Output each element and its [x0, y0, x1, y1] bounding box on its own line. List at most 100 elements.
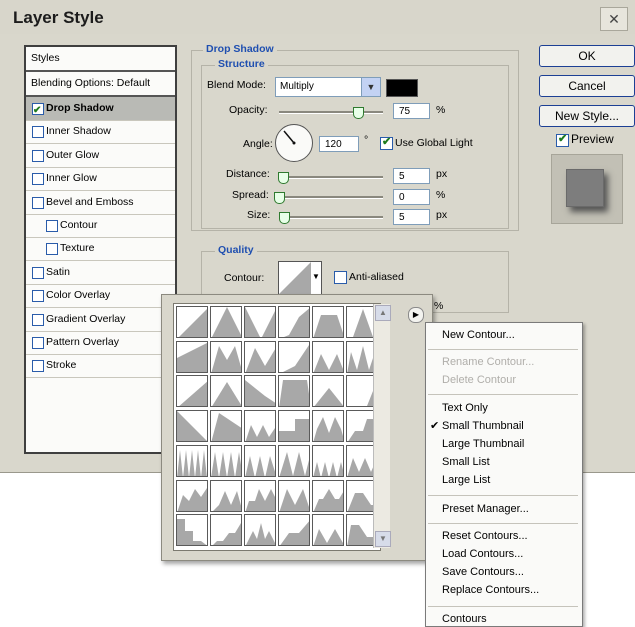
spread-input[interactable]: 0 [393, 189, 430, 205]
style-item-satin[interactable]: Satin [26, 261, 175, 285]
opacity-slider-thumb[interactable] [353, 107, 364, 119]
style-checkbox[interactable] [46, 220, 58, 232]
style-item-pattern-overlay[interactable]: Pattern Overlay [26, 331, 175, 355]
size-input[interactable]: 5 [393, 209, 430, 225]
spread-slider-track[interactable] [279, 196, 383, 199]
menu-item-preset-manager[interactable]: Preset Manager... [442, 503, 529, 515]
contour-preset-thumbnail[interactable] [176, 514, 208, 547]
scroll-up-icon[interactable]: ▲ [375, 305, 391, 321]
contour-preset-thumbnail[interactable] [278, 306, 310, 338]
contour-preset-thumbnail[interactable] [312, 479, 344, 512]
contour-preset-thumbnail[interactable] [176, 410, 208, 443]
contour-preset-thumbnail[interactable] [244, 340, 276, 373]
style-checkbox[interactable] [32, 173, 44, 186]
contour-preset-thumbnail[interactable] [176, 340, 208, 373]
menu-item-small-thumbnail[interactable]: Small Thumbnail [442, 420, 524, 432]
menu-item-large-list[interactable]: Large List [442, 474, 490, 486]
contour-preset-thumbnail[interactable] [312, 444, 344, 477]
opacity-input[interactable]: 75 [393, 103, 430, 119]
menu-item-contours[interactable]: Contours [442, 613, 487, 625]
contour-preset-thumbnail[interactable] [210, 306, 242, 338]
styles-header[interactable]: Styles [26, 47, 175, 72]
close-button[interactable]: ✕ [600, 7, 628, 31]
style-item-gradient-overlay[interactable]: Gradient Overlay [26, 308, 175, 332]
style-item-stroke[interactable]: Stroke [26, 354, 175, 379]
style-item-outer-glow[interactable]: Outer Glow [26, 144, 175, 168]
title-bar[interactable]: Layer Style ✕ [0, 0, 635, 34]
style-checkbox[interactable] [32, 313, 44, 326]
contour-preset-thumbnail[interactable] [210, 410, 242, 443]
contour-preset-thumbnail[interactable] [244, 410, 276, 443]
menu-item-load-contours[interactable]: Load Contours... [442, 548, 523, 560]
style-checkbox[interactable] [32, 266, 44, 279]
size-slider-track[interactable] [279, 216, 383, 219]
contour-preset-thumbnail[interactable] [278, 479, 310, 512]
menu-item-reset-contours[interactable]: Reset Contours... [442, 530, 528, 542]
preview-checkbox[interactable]: ✔ [556, 133, 569, 147]
style-checkbox[interactable] [32, 149, 44, 162]
style-checkbox[interactable] [32, 126, 44, 139]
style-item-color-overlay[interactable]: Color Overlay [26, 284, 175, 309]
contour-preset-thumbnail[interactable] [312, 375, 344, 408]
contour-grid-scrollbar[interactable]: ▲ ▼ [373, 304, 391, 548]
contour-preset-thumbnail[interactable] [176, 444, 208, 477]
use-global-light-checkbox[interactable]: ✔ [380, 136, 393, 150]
blend-mode-select[interactable]: Multiply ▼ [275, 77, 381, 97]
contour-preset-thumbnail[interactable] [244, 479, 276, 512]
contour-preset-thumbnail[interactable] [210, 340, 242, 373]
contour-preset-thumbnail[interactable] [244, 375, 276, 408]
new-style-button[interactable]: New Style... [539, 105, 635, 127]
style-checkbox[interactable] [32, 337, 44, 349]
contour-preset-thumbnail[interactable] [176, 306, 208, 338]
contour-preset-thumbnail[interactable] [278, 340, 310, 373]
size-slider-thumb[interactable] [279, 212, 290, 224]
style-checkbox[interactable] [32, 290, 44, 303]
style-checkbox[interactable] [46, 243, 58, 256]
style-item-drop-shadow[interactable]: ✔ Drop Shadow [26, 97, 175, 121]
anti-aliased-checkbox[interactable] [334, 271, 347, 284]
contour-picker-button[interactable]: ▼ [278, 261, 322, 295]
style-item-contour[interactable]: Contour [26, 214, 175, 238]
contour-preset-thumbnail[interactable] [312, 340, 344, 373]
contour-preset-thumbnail[interactable] [312, 306, 344, 338]
contour-preset-thumbnail[interactable] [244, 444, 276, 477]
contour-preset-thumbnail[interactable] [244, 514, 276, 547]
contour-preset-thumbnail[interactable] [210, 479, 242, 512]
angle-dial[interactable] [275, 124, 313, 162]
cancel-button[interactable]: Cancel [539, 75, 635, 97]
style-item-inner-glow[interactable]: Inner Glow [26, 167, 175, 192]
menu-item-save-contours[interactable]: Save Contours... [442, 566, 524, 578]
menu-item-text-only[interactable]: Text Only [442, 402, 488, 414]
shadow-color-swatch[interactable] [386, 79, 418, 97]
style-item-inner-shadow[interactable]: Inner Shadow [26, 120, 175, 145]
angle-input[interactable]: 120 [319, 136, 359, 152]
contour-preset-thumbnail[interactable] [176, 479, 208, 512]
style-item-texture[interactable]: Texture [26, 237, 175, 262]
distance-slider-track[interactable] [279, 176, 383, 179]
style-item-bevel-and-emboss[interactable]: Bevel and Emboss [26, 191, 175, 215]
style-checkbox[interactable] [32, 360, 44, 373]
spread-slider-thumb[interactable] [274, 192, 285, 204]
contour-preset-thumbnail[interactable] [278, 410, 310, 443]
opacity-slider-track[interactable] [279, 111, 383, 114]
contour-preset-thumbnail[interactable] [278, 444, 310, 477]
contour-preset-thumbnail[interactable] [176, 375, 208, 408]
ok-button[interactable]: OK [539, 45, 635, 67]
menu-item-replace-contours[interactable]: Replace Contours... [442, 584, 539, 596]
contour-preset-thumbnail[interactable] [278, 514, 310, 547]
style-checkbox[interactable] [32, 196, 44, 209]
contour-preset-thumbnail[interactable] [244, 306, 276, 338]
contour-preset-thumbnail[interactable] [210, 444, 242, 477]
menu-item-small-list[interactable]: Small List [442, 456, 490, 468]
distance-slider-thumb[interactable] [278, 172, 289, 184]
menu-item-new-contour[interactable]: New Contour... [442, 329, 515, 341]
picker-menu-button[interactable]: ▶ [408, 307, 424, 323]
contour-preset-thumbnail[interactable] [278, 375, 310, 408]
contour-preset-thumbnail[interactable] [210, 375, 242, 408]
scroll-down-icon[interactable]: ▼ [375, 531, 391, 547]
contour-preset-thumbnail[interactable] [210, 514, 242, 547]
contour-preset-thumbnail[interactable] [312, 514, 344, 547]
contour-preset-thumbnail[interactable] [312, 410, 344, 443]
menu-item-large-thumbnail[interactable]: Large Thumbnail [442, 438, 524, 450]
style-checkbox[interactable]: ✔ [32, 103, 44, 116]
